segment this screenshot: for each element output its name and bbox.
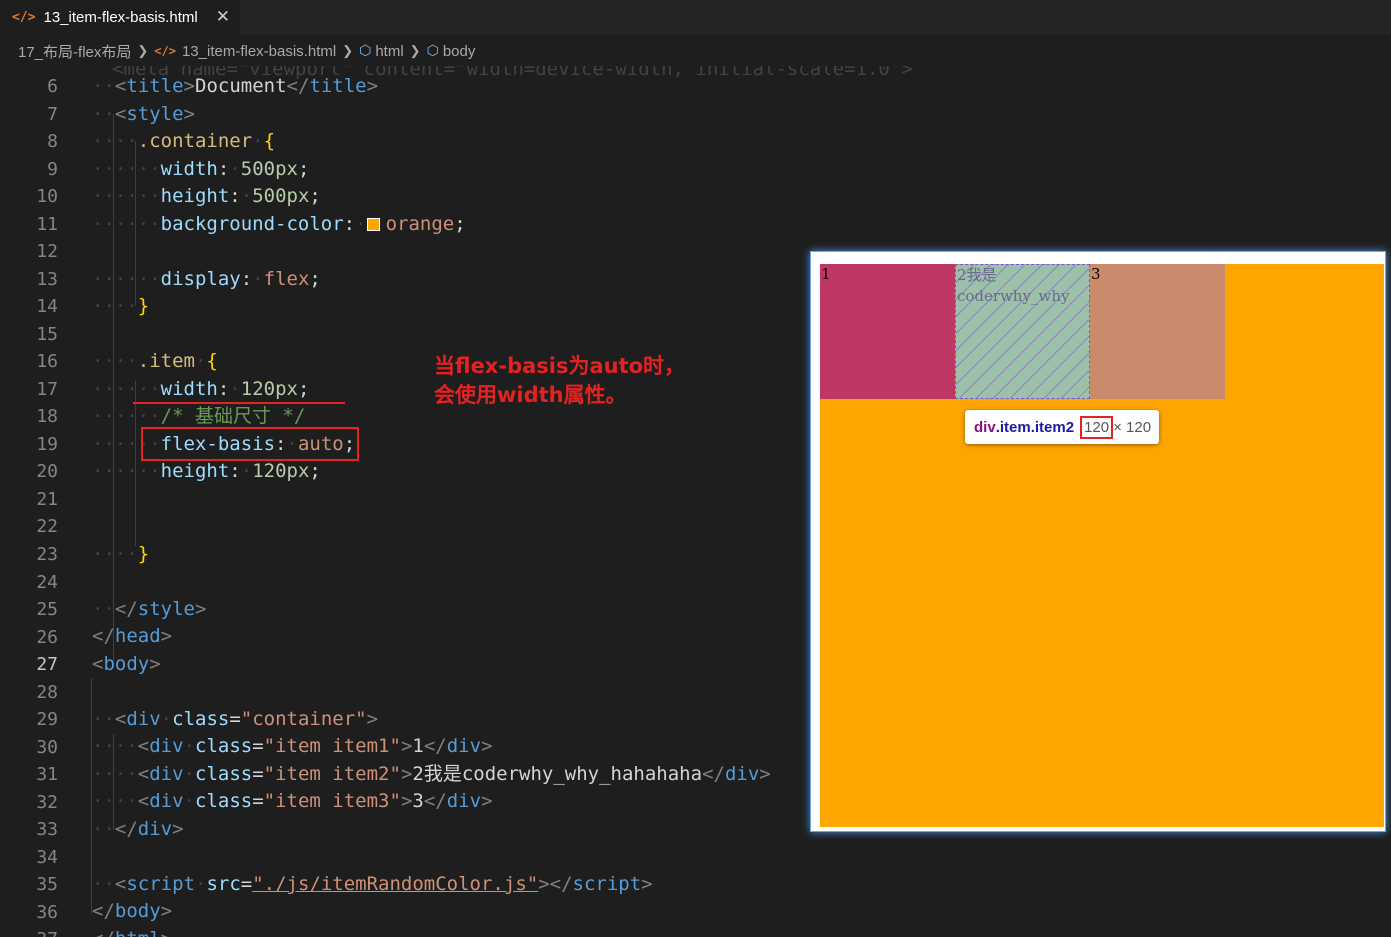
code-line: ······height:·500px; bbox=[92, 185, 321, 207]
code-line: ··</div> bbox=[92, 818, 184, 840]
breadcrumb-folder[interactable]: 17_布局-flex布局 bbox=[18, 41, 131, 62]
code-line: ··</style> bbox=[92, 598, 207, 620]
code-line: ····<div·class="item item3">3</div> bbox=[92, 790, 493, 812]
breadcrumb-body[interactable]: body bbox=[443, 43, 476, 60]
line-number: 15 bbox=[36, 323, 58, 345]
code-line: ······height:·120px; bbox=[92, 460, 321, 482]
breadcrumb-html[interactable]: html bbox=[375, 43, 403, 60]
line-number: 30 bbox=[36, 736, 58, 758]
code-line: ······width:·120px; bbox=[92, 378, 310, 400]
flex-item-1[interactable]: 1 bbox=[820, 264, 955, 399]
chevron-right-icon: ❯ bbox=[342, 43, 354, 58]
flex-item-2-highlighted[interactable]: 2我是coderwhy_why bbox=[955, 264, 1090, 399]
line-number: 12 bbox=[36, 241, 58, 263]
breadcrumb: 17_布局-flex布局 ❯ </> 13_item-flex-basis.ht… bbox=[0, 36, 1391, 66]
code-line: </html> bbox=[92, 926, 172, 937]
line-number: 29 bbox=[36, 709, 58, 731]
line-number: 18 bbox=[36, 406, 58, 428]
line-number: 33 bbox=[36, 819, 58, 841]
code-line: <body> bbox=[92, 653, 161, 675]
html-file-icon: </> bbox=[12, 10, 36, 25]
line-number: 13 bbox=[36, 268, 58, 290]
code-line: ····<div·class="item item1">1</div> bbox=[92, 735, 493, 757]
chevron-right-icon: ❯ bbox=[137, 43, 149, 58]
code-line: ··<title>Document</title> bbox=[92, 75, 379, 97]
line-number: 20 bbox=[36, 461, 58, 483]
line-number: 9 bbox=[47, 158, 58, 180]
code-line: ····} bbox=[92, 543, 150, 565]
line-number: 31 bbox=[36, 764, 58, 786]
line-number: 16 bbox=[36, 351, 58, 373]
code-line: ····.item·{ bbox=[92, 350, 218, 372]
line-number: 8 bbox=[47, 131, 58, 153]
html-file-icon: </> bbox=[154, 44, 176, 58]
line-number: 25 bbox=[36, 599, 58, 621]
line-number: 34 bbox=[36, 846, 58, 868]
code-line: ······width:·500px; bbox=[92, 158, 310, 180]
code-line: ······display:·flex; bbox=[92, 268, 321, 290]
tab-bar: </> 13_item-flex-basis.html ✕ bbox=[0, 0, 1391, 34]
line-number: 26 bbox=[36, 626, 58, 648]
code-line: ····} bbox=[92, 295, 150, 317]
code-line: ··<div·class="container"> bbox=[92, 708, 379, 730]
browser-preview: 1 2我是coderwhy_why 3 div .item.item2 120 × … bbox=[810, 251, 1386, 832]
line-number: 32 bbox=[36, 791, 58, 813]
code-line: </head> bbox=[92, 625, 173, 647]
line-number: 14 bbox=[36, 296, 58, 318]
line-number: 6 bbox=[47, 76, 58, 97]
code-line: ··<style> bbox=[92, 103, 195, 125]
line-number: 36 bbox=[36, 901, 58, 923]
code-line: ······background-color:· orange; bbox=[92, 213, 466, 235]
annotation-line-2: 会使用width属性。 bbox=[434, 383, 627, 407]
annotation-underline bbox=[133, 402, 345, 404]
line-number: 37 bbox=[0, 926, 58, 937]
annotation-box bbox=[141, 427, 359, 461]
breadcrumb-file[interactable]: 13_item-flex-basis.html bbox=[182, 43, 336, 60]
line-number: 11 bbox=[36, 213, 58, 235]
devtools-inspect-tooltip: div .item.item2 120 × 120 bbox=[965, 410, 1160, 444]
line-number: 17 bbox=[36, 378, 58, 400]
annotation-line-1: 当flex-basis为auto时， bbox=[434, 354, 686, 378]
color-swatch[interactable] bbox=[366, 218, 380, 231]
line-number: 24 bbox=[36, 571, 58, 593]
cube-icon: ⬡ bbox=[359, 43, 372, 59]
line-number: 28 bbox=[36, 681, 58, 703]
cube-icon: ⬡ bbox=[426, 43, 439, 59]
code-line: ··<script·src="./js/itemRandomColor.js">… bbox=[92, 873, 653, 895]
annotation-note: 当flex-basis为auto时， 会使用width属性。 bbox=[434, 352, 685, 410]
code-line: ····<div·class="item item2">2我是coderwhy_… bbox=[92, 763, 771, 785]
line-number: 7 bbox=[47, 103, 58, 125]
tooltip-tag: div bbox=[974, 418, 996, 436]
code-line: ····.container·{ bbox=[92, 130, 276, 152]
tooltip-classes: .item.item2 bbox=[995, 418, 1075, 436]
close-icon[interactable]: ✕ bbox=[216, 7, 230, 27]
tooltip-width: 120 bbox=[1080, 415, 1114, 439]
flex-item-3[interactable]: 3 bbox=[1090, 264, 1225, 399]
line-number: 27 bbox=[36, 654, 58, 676]
chevron-right-icon: ❯ bbox=[409, 43, 421, 58]
script-src-link[interactable]: "./js/itemRandomColor.js" bbox=[252, 873, 538, 895]
line-number: 35 bbox=[36, 874, 58, 896]
line-number: 21 bbox=[36, 488, 58, 510]
line-number: 22 bbox=[36, 516, 58, 538]
code-line: </body> bbox=[92, 900, 173, 922]
line-number: 10 bbox=[36, 186, 58, 208]
tooltip-height: × 120 bbox=[1113, 418, 1152, 436]
tab-filename: 13_item-flex-basis.html bbox=[43, 9, 198, 26]
flex-container[interactable]: 1 2我是coderwhy_why 3 div .item.item2 120 × … bbox=[820, 264, 1384, 827]
line-number: 19 bbox=[36, 433, 58, 455]
line-number: 23 bbox=[36, 544, 58, 565]
editor-tab[interactable]: </> 13_item-flex-basis.html ✕ bbox=[0, 0, 240, 34]
